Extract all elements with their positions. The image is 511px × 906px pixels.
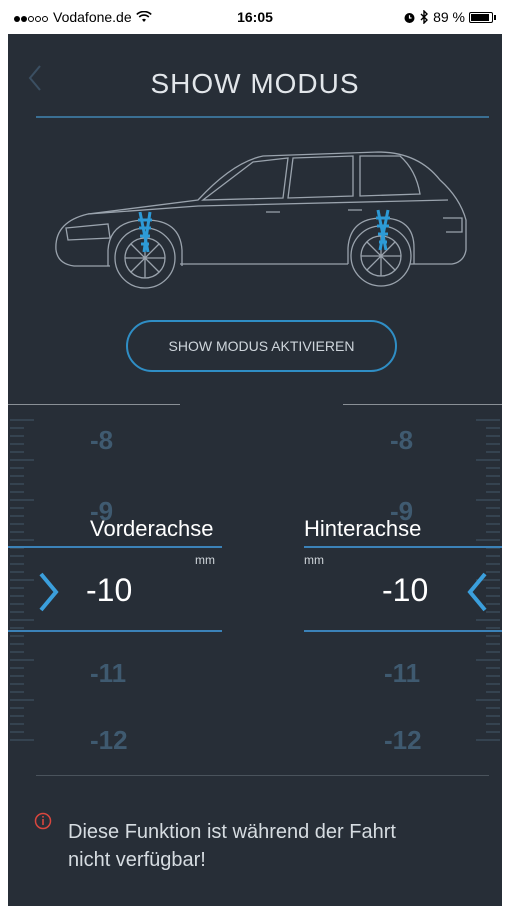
rear-scale-value: -8 — [390, 425, 414, 455]
front-axle-top-line — [8, 546, 222, 548]
rear-scale-value: -12 — [384, 725, 422, 755]
status-right-group: 89 % — [403, 9, 496, 25]
bluetooth-icon — [420, 10, 429, 24]
front-axle-ruler[interactable] — [10, 415, 34, 755]
notice-text: Diese Funktion ist während der Fahrt nic… — [68, 818, 468, 874]
rear-scale-value: -11 — [384, 658, 421, 688]
front-scale-value: -8 — [90, 425, 114, 455]
activate-show-mode-button[interactable]: SHOW MODUS AKTIVIEREN — [126, 320, 397, 372]
rear-axle-value: -10 — [382, 572, 429, 608]
left-divider — [8, 404, 180, 405]
rear-axle-bottom-line — [304, 630, 502, 632]
front-axle-value: -10 — [86, 572, 133, 608]
navigation-bar: SHOW MODUS — [8, 34, 502, 118]
front-axle-label: Vorderachse — [90, 516, 214, 541]
rear-axle-chevron-left-icon[interactable] — [464, 570, 490, 614]
page-title: SHOW MODUS — [150, 68, 360, 99]
rear-axle-label: Hinterachse — [304, 516, 422, 541]
info-icon — [34, 812, 52, 830]
status-bar: Vodafone.de 16:05 89 % — [8, 0, 502, 34]
car-suspension-icon — [55, 151, 467, 289]
notice-line-2: nicht verfügbar! — [68, 849, 206, 871]
front-scale-value: -12 — [90, 725, 128, 755]
battery-icon — [469, 11, 493, 23]
alarm-icon — [404, 12, 415, 23]
title-divider — [36, 116, 489, 118]
rear-axle-top-line — [304, 546, 502, 548]
front-scale-value: -11 — [90, 658, 127, 688]
front-axle-bottom-line — [8, 630, 222, 632]
rear-axle-unit: mm — [304, 553, 324, 567]
battery-percent: 89 % — [433, 9, 465, 25]
phone-screen: Vodafone.de 16:05 89 % SHOW MODUS SHOW M… — [8, 0, 502, 906]
front-axle-unit: mm — [195, 553, 215, 567]
notice-line-1: Diese Funktion ist während der Fahrt — [68, 821, 396, 843]
right-divider — [343, 404, 502, 405]
front-axle-chevron-right-icon[interactable] — [36, 570, 62, 614]
notice-divider — [36, 775, 489, 776]
